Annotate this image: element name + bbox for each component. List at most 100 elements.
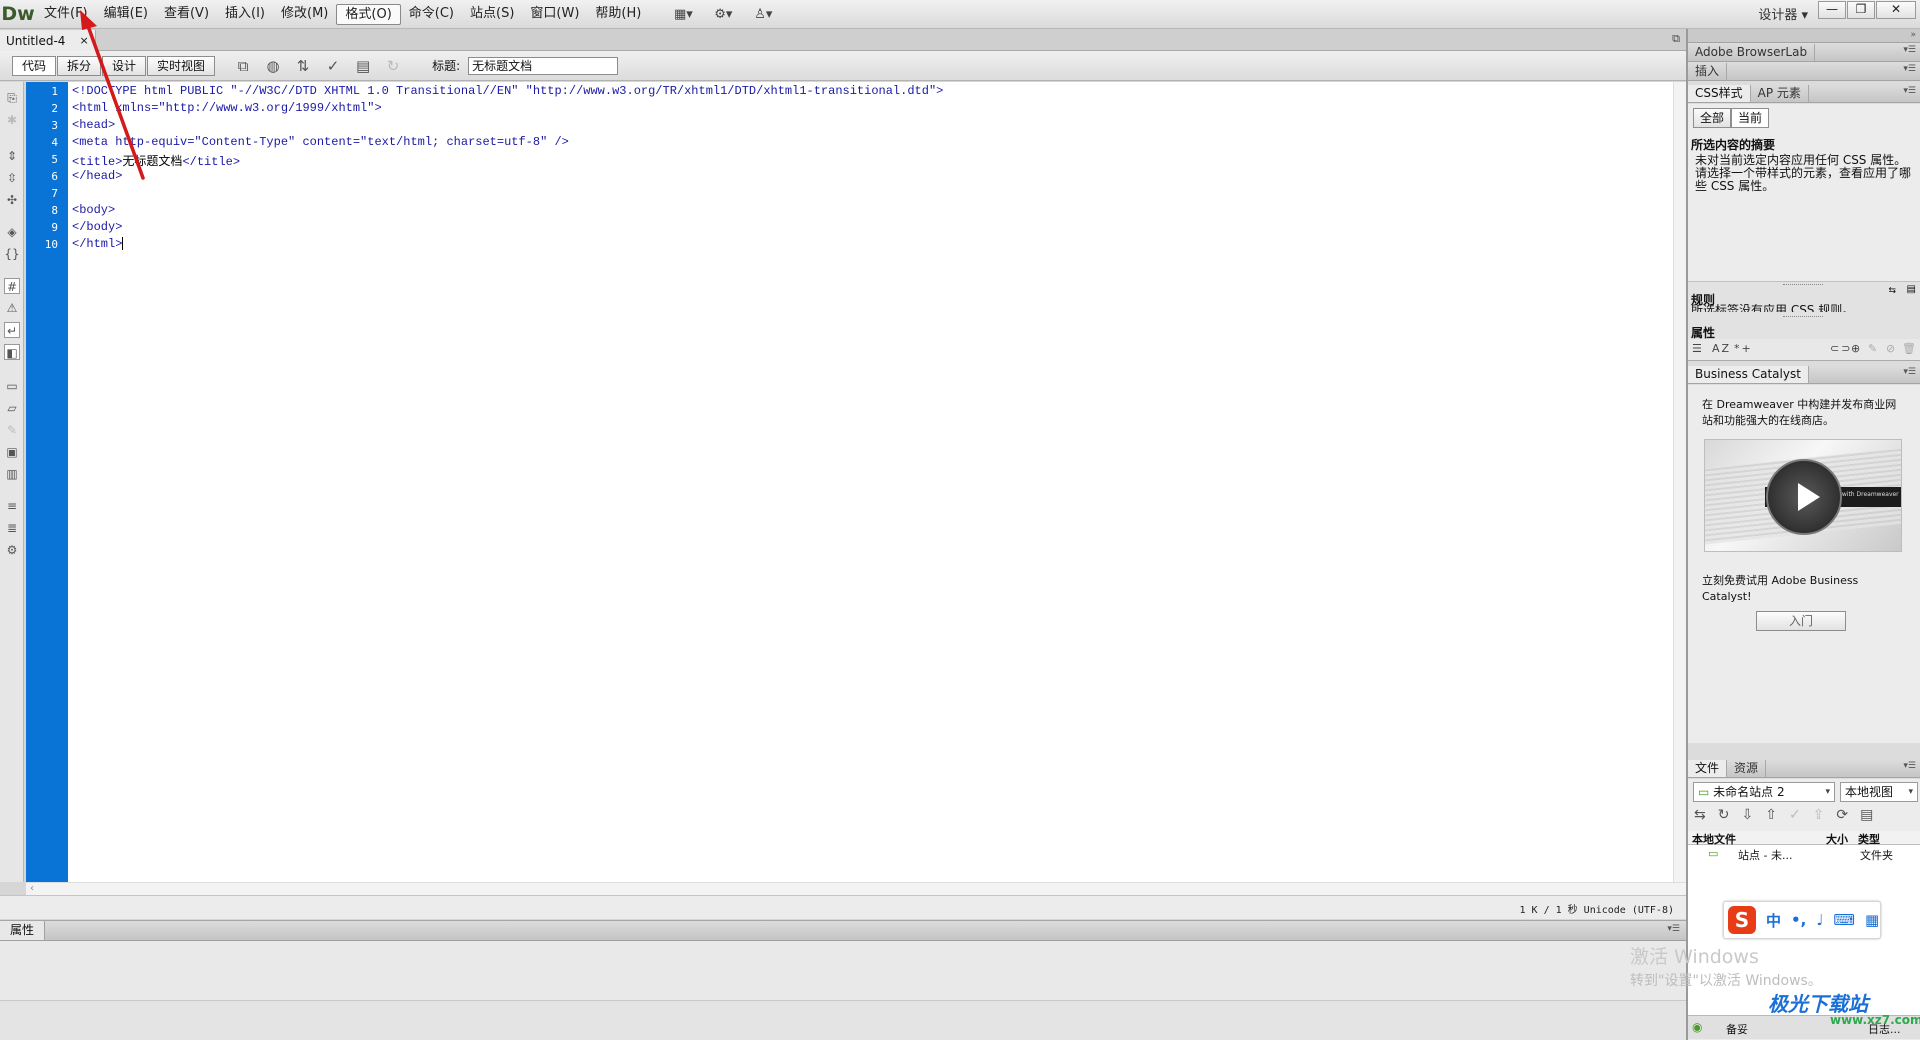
menu-site[interactable]: 站点(S)	[462, 3, 522, 25]
line-numbers-icon[interactable]: #	[4, 278, 20, 294]
check-in-icon[interactable]: ⇪	[1813, 807, 1837, 823]
get-files-icon[interactable]: ⇩	[1741, 807, 1765, 823]
horizontal-scrollbar[interactable]: ‹	[26, 882, 1686, 895]
check-out-icon[interactable]: ✓	[1789, 807, 1813, 823]
preview-browser-icon[interactable]: ◍	[258, 57, 288, 75]
category-view-icon[interactable]: ☰	[1692, 342, 1704, 355]
refresh-icon[interactable]: ↻	[1718, 807, 1742, 823]
refresh-icon[interactable]: ↻	[378, 57, 408, 75]
panel-collapse-bar[interactable]: »	[1688, 29, 1920, 43]
open-documents-icon[interactable]: ⎘	[4, 90, 20, 106]
expand-icon[interactable]: ▤	[1860, 807, 1885, 823]
outdent-icon[interactable]: ≣	[4, 520, 20, 536]
set-props-icon[interactable]: *+	[1734, 342, 1753, 355]
tab-untitled-4[interactable]: Untitled-4 ×	[0, 30, 96, 51]
scroll-left-icon[interactable]: ‹	[30, 883, 34, 894]
title-input[interactable]: 无标题文档	[468, 56, 619, 75]
microphone-icon[interactable]: ♩	[1816, 911, 1823, 929]
remove-comment-icon[interactable]: ▱	[4, 400, 20, 416]
menu-file[interactable]: 文件(F)	[36, 3, 96, 25]
insert-header[interactable]: 插入 ▾☰	[1688, 63, 1920, 81]
collapse-selection-icon[interactable]: ⇳	[4, 170, 20, 186]
tab-files[interactable]: 文件	[1688, 760, 1728, 777]
menu-modify[interactable]: 修改(M)	[273, 3, 336, 25]
tab-insert[interactable]: 插入	[1688, 63, 1728, 80]
list-item[interactable]: ▭ 站点 - 未... 文件夹	[1688, 847, 1920, 863]
edit-rule-icon[interactable]: ✎	[1868, 342, 1879, 355]
punctuation-icon[interactable]: •,	[1791, 911, 1806, 929]
menu-format[interactable]: 格式(O)	[336, 3, 401, 25]
splitter[interactable]	[1783, 284, 1823, 285]
highlight-invalid-icon[interactable]: ⚠	[4, 300, 20, 316]
put-files-icon[interactable]: ⇧	[1765, 807, 1789, 823]
extend-icon[interactable]: ⚙▾	[703, 3, 743, 25]
recent-snippets-icon[interactable]: ▣	[4, 444, 20, 460]
panel-menu-icon[interactable]: ▾☰	[1903, 761, 1916, 771]
keyboard-icon[interactable]: ⌨	[1833, 911, 1855, 929]
get-started-button[interactable]: 入门	[1756, 611, 1846, 631]
connect-icon[interactable]: ⇆	[1694, 807, 1718, 823]
format-source-icon[interactable]: ⚙	[4, 542, 20, 558]
splitter[interactable]	[1783, 316, 1823, 317]
split-view-button[interactable]: 拆分	[57, 55, 102, 76]
visual-aids-icon[interactable]: ▤	[348, 57, 378, 75]
browserlab-header[interactable]: Adobe BrowserLab ▾☰	[1688, 44, 1920, 62]
menu-commands[interactable]: 命令(C)	[401, 3, 462, 25]
layout-icon[interactable]: ▦▾	[663, 3, 703, 25]
sogou-logo[interactable]: S	[1728, 906, 1756, 934]
menu-edit[interactable]: 编辑(E)	[96, 3, 156, 25]
menu-window[interactable]: 窗口(W)	[522, 3, 587, 25]
live-view-button[interactable]: 实时视图	[147, 55, 216, 76]
switch-view-icon[interactable]: ⇆	[1888, 286, 1896, 296]
minimize-button[interactable]: —	[1818, 1, 1846, 19]
tab-business-catalyst[interactable]: Business Catalyst	[1688, 366, 1809, 383]
current-button[interactable]: 当前	[1731, 108, 1770, 128]
alpha-view-icon[interactable]: AZ	[1712, 342, 1731, 355]
panel-menu-icon[interactable]: ▾☰	[1667, 924, 1680, 934]
play-icon[interactable]	[1766, 459, 1842, 535]
restore-doc-icon[interactable]: ⧉	[1672, 32, 1680, 46]
tab-ap-elements[interactable]: AP 元素	[1751, 85, 1809, 102]
menu-help[interactable]: 帮助(H)	[587, 3, 649, 25]
syntax-coloring-icon[interactable]: ◧	[4, 344, 20, 360]
multiscreen-icon[interactable]: ⧉	[228, 57, 258, 75]
show-code-navigator-icon[interactable]: ✱	[4, 112, 20, 128]
view-select[interactable]: 本地视图 ▾	[1840, 782, 1918, 802]
select-parent-tag-icon[interactable]: ◈	[4, 224, 20, 240]
code-view-button[interactable]: 代码	[12, 55, 57, 76]
move-css-icon[interactable]: ▥	[4, 466, 20, 482]
tab-browserlab[interactable]: Adobe BrowserLab	[1688, 44, 1816, 61]
close-icon[interactable]: ×	[79, 31, 88, 51]
expand-all-icon[interactable]: ✣	[4, 192, 20, 208]
wrap-tag-icon[interactable]: ✎	[4, 422, 20, 438]
apply-comment-icon[interactable]: ▭	[4, 378, 20, 394]
tab-css-styles[interactable]: CSS样式	[1688, 85, 1751, 102]
vertical-scrollbar[interactable]	[1673, 82, 1686, 882]
sync-icon[interactable]: ⟳	[1836, 807, 1860, 823]
all-button[interactable]: 全部	[1693, 108, 1732, 128]
collapse-icon[interactable]: »	[1910, 30, 1916, 40]
tab-assets[interactable]: 资源	[1727, 760, 1767, 777]
menu-view[interactable]: 查看(V)	[156, 3, 217, 25]
bc-video-thumbnail[interactable]: Business Catalyst with Dreamweaver	[1704, 439, 1902, 552]
panel-menu-icon[interactable]: ▾☰	[1903, 64, 1916, 74]
restore-button[interactable]: ❐	[1847, 1, 1875, 19]
site-select[interactable]: ▭ 未命名站点 2 ▾	[1693, 782, 1835, 802]
browser-check-icon[interactable]: ✓	[318, 57, 348, 75]
balance-braces-icon[interactable]: {}	[4, 246, 20, 262]
collapse-tag-icon[interactable]: ⇕	[4, 148, 20, 164]
toolbox-icon[interactable]: ▦	[1865, 911, 1879, 929]
workspace-switcher[interactable]: 设计器 ▾	[1758, 4, 1808, 23]
panel-menu-icon[interactable]: ▾☰	[1903, 367, 1916, 377]
design-view-button[interactable]: 设计	[102, 55, 147, 76]
menu-insert[interactable]: 插入(I)	[217, 3, 273, 25]
file-management-icon[interactable]: ⇅	[288, 57, 318, 75]
site-icon[interactable]: ♙▾	[743, 3, 783, 25]
disable-icon[interactable]: ⊘	[1886, 342, 1897, 355]
indent-icon[interactable]: ≡	[4, 498, 20, 514]
close-button[interactable]: ✕	[1876, 1, 1916, 19]
code-editor[interactable]: <!DOCTYPE html PUBLIC "-//W3C//DTD XHTML…	[68, 82, 1673, 882]
tab-properties[interactable]: 属性	[0, 921, 46, 940]
new-rule-icon[interactable]: ⊕	[1851, 342, 1862, 355]
panel-menu-icon[interactable]: ▾☰	[1903, 45, 1916, 55]
